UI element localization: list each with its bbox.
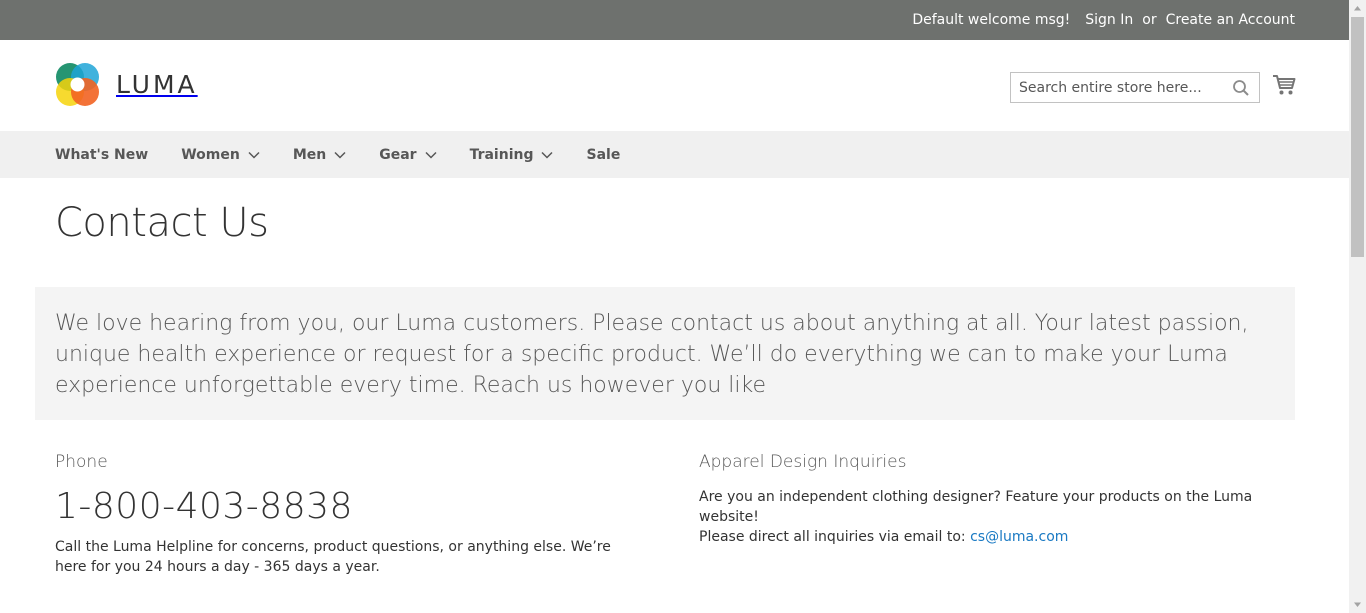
nav-item-sale[interactable]: Sale [586, 147, 620, 163]
welcome-message: Default welcome msg! [912, 12, 1071, 28]
intro-block: We love hearing from you, our Luma custo… [35, 287, 1295, 420]
shopping-cart-icon[interactable] [1272, 74, 1296, 96]
email-link[interactable]: cs@luma.com [970, 529, 1068, 545]
page: Default welcome msg! Sign In or Create a… [0, 0, 1349, 613]
nav-item-label: Training [469, 146, 534, 163]
nav-item-label: What's New [55, 146, 149, 163]
logo-text: LUMA [116, 70, 198, 99]
scrollbar-thumb[interactable] [1351, 17, 1364, 257]
intro-text: We love hearing from you, our Luma custo… [55, 311, 1249, 398]
luma-logo-icon [56, 63, 99, 106]
page-title: Contact Us [55, 200, 269, 246]
create-account-link[interactable]: Create an Account [1166, 12, 1295, 28]
apparel-section: Apparel Design Inquiries Are you an inde… [699, 452, 1299, 547]
main-navigation: What's New Women Men Gear Training Sale [0, 131, 1349, 178]
scroll-down-arrow-icon[interactable] [1349, 596, 1366, 613]
or-separator: or [1142, 12, 1157, 28]
nav-item-label: Women [181, 146, 240, 163]
phone-number: 1-800-403-8838 [55, 486, 353, 527]
nav-item-men[interactable]: Men [293, 147, 346, 163]
search-icon[interactable] [1232, 79, 1250, 97]
top-panel: Default welcome msg! Sign In or Create a… [0, 0, 1349, 40]
chevron-down-icon [334, 151, 346, 159]
nav-item-label: Gear [379, 146, 417, 163]
phone-heading: Phone [55, 452, 108, 472]
search-box [1010, 72, 1260, 103]
apparel-description: Are you an independent clothing designer… [699, 487, 1299, 547]
nav-item-gear[interactable]: Gear [379, 146, 437, 163]
nav-item-label: Men [292, 146, 327, 163]
sign-in-link[interactable]: Sign In [1085, 12, 1133, 28]
nav-item-label: Sale [586, 146, 621, 163]
apparel-text-line1: Are you an independent clothing designer… [699, 489, 1253, 525]
nav-item-training[interactable]: Training [470, 147, 554, 163]
chevron-down-icon [425, 151, 437, 159]
vertical-scrollbar[interactable] [1349, 0, 1366, 613]
nav-item-women[interactable]: Women [181, 147, 260, 163]
luma-logo[interactable]: LUMA [55, 62, 198, 107]
phone-section: Phone 1-800-403-8838 Call the Luma Helpl… [55, 452, 635, 577]
search-input[interactable] [1011, 73, 1221, 102]
phone-description: Call the Luma Helpline for concerns, pro… [55, 539, 611, 575]
apparel-heading: Apparel Design Inquiries [699, 452, 907, 472]
chevron-down-icon [248, 151, 260, 159]
apparel-text-line2: Please direct all inquiries via email to… [699, 529, 971, 545]
chevron-down-icon [541, 151, 554, 159]
nav-item-whats-new[interactable]: What's New [55, 147, 148, 163]
scroll-up-arrow-icon[interactable] [1349, 0, 1366, 17]
